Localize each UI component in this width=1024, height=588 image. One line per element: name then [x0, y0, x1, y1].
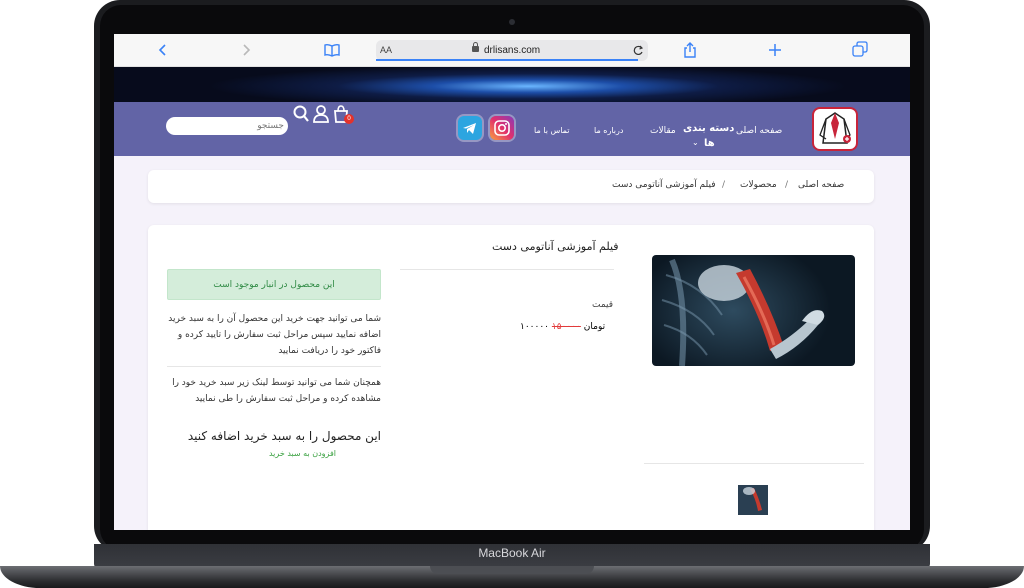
breadcrumb-home[interactable]: صفحه اصلی: [798, 180, 844, 190]
add-to-cart-heading: این محصول را به سبد خرید اضافه کنید: [187, 429, 381, 443]
divider: [400, 269, 614, 270]
breadcrumb-separator: /: [722, 180, 726, 190]
page-load-progress: [376, 59, 638, 61]
device-label: MacBook Air: [478, 546, 546, 560]
forward-icon[interactable]: [241, 34, 251, 66]
breadcrumb-current: فیلم آموزشی آناتومی دست: [612, 180, 716, 190]
site-logo[interactable]: [812, 107, 858, 151]
stock-status: این محصول در انبار موجود است: [167, 269, 381, 300]
user-icon[interactable]: [313, 104, 329, 124]
bookmarks-icon[interactable]: [323, 34, 341, 66]
tabs-icon[interactable]: [852, 34, 868, 66]
new-tab-icon[interactable]: [768, 34, 782, 66]
site-banner: [114, 67, 910, 102]
instagram-icon[interactable]: [490, 116, 514, 140]
nav-about[interactable]: درباره ما: [594, 126, 623, 135]
add-to-cart-link[interactable]: افزودن به سبد خرید: [167, 449, 336, 458]
text-size-button[interactable]: AA: [380, 40, 392, 61]
share-icon[interactable]: [683, 34, 697, 66]
search-input[interactable]: [174, 117, 284, 135]
chevron-down-icon[interactable]: ⌄: [692, 138, 699, 147]
nav-categories-line2[interactable]: ها: [704, 138, 715, 149]
screen: AA drlisans.com صفحه اصلی دسته بندی ها ⌄…: [114, 34, 910, 530]
cart-count-badge: 0: [344, 114, 354, 124]
url-text[interactable]: drlisans.com: [484, 40, 540, 61]
divider: [644, 463, 864, 464]
cart-info-text: همچنان شما می توانید توسط لینک زیر سبد خ…: [172, 378, 381, 404]
purchase-info-text: شما می توانید جهت خرید این محصول آن را ب…: [168, 314, 381, 356]
breadcrumb-separator: /: [785, 180, 789, 190]
nav-home[interactable]: صفحه اصلی: [736, 126, 782, 136]
price-row: ۱۰۰۰۰۰ تومان ۱۵۰۰۰۰: [520, 322, 605, 332]
product-thumbnail[interactable]: [738, 485, 768, 515]
price-label: قیمت: [592, 300, 614, 310]
lock-icon: [472, 42, 479, 52]
product-image[interactable]: [652, 255, 855, 366]
nav-categories[interactable]: دسته بندی: [683, 123, 734, 134]
telegram-icon[interactable]: [458, 116, 482, 140]
old-price: ۱۵۰۰۰۰: [551, 322, 581, 332]
nav-contact[interactable]: تماس با ما: [534, 126, 570, 135]
search-icon[interactable]: [292, 104, 310, 124]
nav-articles[interactable]: مقالات: [650, 126, 676, 136]
camera: [509, 19, 515, 25]
reload-icon[interactable]: [632, 40, 644, 61]
breadcrumb-products[interactable]: محصولات: [740, 180, 777, 190]
product-title: فیلم آموزشی آناتومی دست: [492, 240, 619, 253]
divider: [167, 366, 381, 367]
back-icon[interactable]: [158, 34, 168, 66]
laptop-notch: [430, 566, 594, 574]
